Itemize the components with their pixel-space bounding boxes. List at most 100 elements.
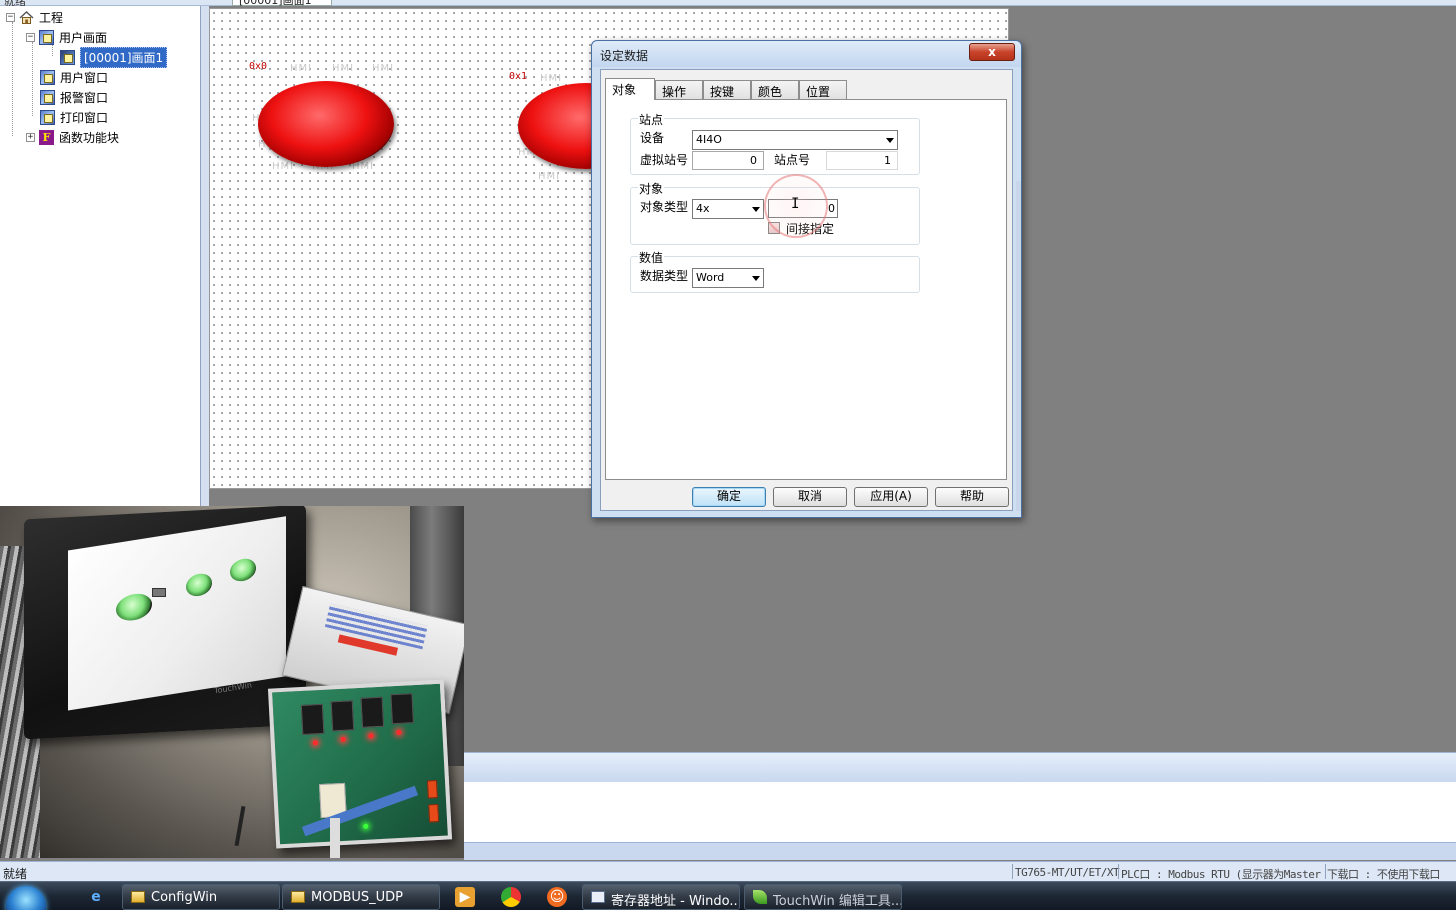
taskbar-item-register-address[interactable]: 寄存器地址 - Windo... [582,884,740,910]
close-icon[interactable]: x [969,43,1015,61]
chrome-icon[interactable] [501,887,521,907]
taskbar-item-modbus-udp[interactable]: MODBUS_UDP [282,884,440,910]
green-led [363,823,369,829]
tree-item-label-selected: [00001]画面1 [80,46,168,68]
project-tree: − 工程 − 用户画面 [00001]画面1 用户窗口 报警窗口 打印窗口 + … [0,6,201,506]
tab-color[interactable]: 颜色 [751,80,799,99]
output-panel-footer [464,842,1456,860]
pen [234,805,246,847]
status-divider [1118,864,1119,879]
document-tab-close-icon[interactable]: × [321,0,329,3]
weibo-icon[interactable]: ☺ [547,887,567,907]
cancel-button[interactable]: 取消 [773,487,847,507]
chevron-down-icon [886,138,894,143]
tree-item-label: 用户画面 [59,30,108,45]
canvas-button-0x0[interactable]: 0x0 HMI HMI HMI HMI HMI HMI HMI HMI HMI … [248,61,408,172]
green-lamp-icon [230,556,256,584]
tree-item-user-screens[interactable]: − 用户画面 [26,28,107,46]
button-address-label: 0x1 [509,71,528,82]
print-window-icon [40,109,55,125]
dialog-titlebar[interactable]: 设定数据 x [592,41,1021,67]
collapse-icon[interactable]: − [26,32,35,42]
tree-item-user-windows[interactable]: 用户窗口 [40,68,108,86]
green-lamp-icon [116,591,152,623]
red-lamp-button[interactable] [258,81,394,167]
taskbar-item-configwin[interactable]: ConfigWin [122,884,280,910]
help-button[interactable]: 帮助 [935,487,1009,507]
hmi-watermark: HMI [540,73,563,84]
tab-operation[interactable]: 操作 [655,80,703,99]
object-type-select[interactable]: 4x [692,199,764,219]
tree-item-label: 工程 [39,10,64,25]
status-divider [1012,864,1013,879]
device-label: 设备 [640,131,665,145]
hmi-device-screen [68,516,286,711]
media-player-icon[interactable]: ▶ [455,887,475,907]
virtual-station-label: 虚拟站号 [640,153,689,167]
status-divider [1325,864,1326,879]
tree-item-label: 用户窗口 [60,70,109,85]
output-panel [464,752,1456,860]
hmi-device-photo: TouchWin [24,506,306,740]
output-panel-header [464,752,1456,782]
tree-item-print-windows[interactable]: 打印窗口 [40,108,108,126]
station-no-input[interactable]: 1 [826,151,898,170]
taskbar-item-label: 寄存器地址 - Windo... [611,894,740,909]
internet-explorer-icon[interactable]: e [86,887,106,907]
object-type-label: 对象类型 [640,200,689,214]
screen-folder-icon [39,29,54,45]
tree-guide [12,22,13,136]
apply-button[interactable]: 应用(A) [854,487,928,507]
window-icon [40,69,55,85]
data-type-select[interactable]: Word [692,268,764,288]
tab-keys[interactable]: 按键 [703,80,751,99]
set-data-dialog: 设定数据 x 对象 操作 按键 颜色 位置 站点 设备 4I4O 虚拟站号 0 … [591,40,1022,518]
device-select[interactable]: 4I4O [692,130,898,150]
data-type-select-value: Word [696,271,725,284]
virtual-station-input[interactable]: 0 [692,151,764,170]
tree-item-screen1[interactable]: [00001]画面1 [60,46,168,68]
taskbar-item-label: TouchWin 编辑工具... [773,894,902,909]
object-type-select-value: 4x [696,202,710,215]
taskbar-item-label: MODBUS_UDP [311,890,404,905]
small-indicator [152,588,166,597]
chevron-down-icon [752,207,760,212]
taskbar-item-touchwin-editor[interactable]: TouchWin 编辑工具... [744,884,902,910]
document-tab[interactable]: [00001]画面1 × [232,0,332,7]
station-group-label: 站点 [638,111,665,128]
hmi-watermark: HMI [372,63,395,74]
tab-position[interactable]: 位置 [799,80,847,99]
panel-splitter[interactable] [201,6,209,506]
folder-icon [131,891,145,903]
status-bar: 就绪 TG765-MT/UT/ET/XT PLC口 : Modbus RTU (… [0,861,1456,881]
text-cursor-icon: I [791,196,800,212]
tree-item-project[interactable]: − 工程 [6,8,63,26]
red-led [368,733,374,739]
tree-guide [32,42,33,116]
tree-item-alarm-windows[interactable]: 报警窗口 [40,88,108,106]
tree-item-label: 报警窗口 [60,90,109,105]
tree-item-function-blocks[interactable]: + F 函数功能块 [26,128,119,146]
tab-object[interactable]: 对象 [605,78,655,100]
red-led [340,736,346,742]
terminal-block [428,803,440,823]
camera-video-overlay: TouchWin [0,506,464,858]
expand-icon[interactable]: + [26,132,35,142]
start-button[interactable] [6,886,46,910]
dialog-body: 对象 操作 按键 颜色 位置 站点 设备 4I4O 虚拟站号 0 站点号 1 对… [600,69,1013,511]
taskbar: e ConfigWin MODBUS_UDP ▶ ☺ 寄存器地址 - Windo… [0,881,1456,910]
taskbar-item-label: ConfigWin [151,890,218,905]
screen-icon [60,49,75,65]
hmi-watermark: HMI [332,63,355,74]
object-group-label: 对象 [638,180,665,197]
hmi-watermark: HMI [272,161,295,172]
relay [390,693,414,725]
home-icon [19,10,34,25]
relay [300,703,325,735]
data-type-label: 数据类型 [640,269,689,283]
device-select-value: 4I4O [696,133,722,146]
station-no-label: 站点号 [774,153,811,167]
ok-button[interactable]: 确定 [692,487,766,507]
collapse-icon[interactable]: − [6,12,15,22]
red-led [312,740,318,746]
